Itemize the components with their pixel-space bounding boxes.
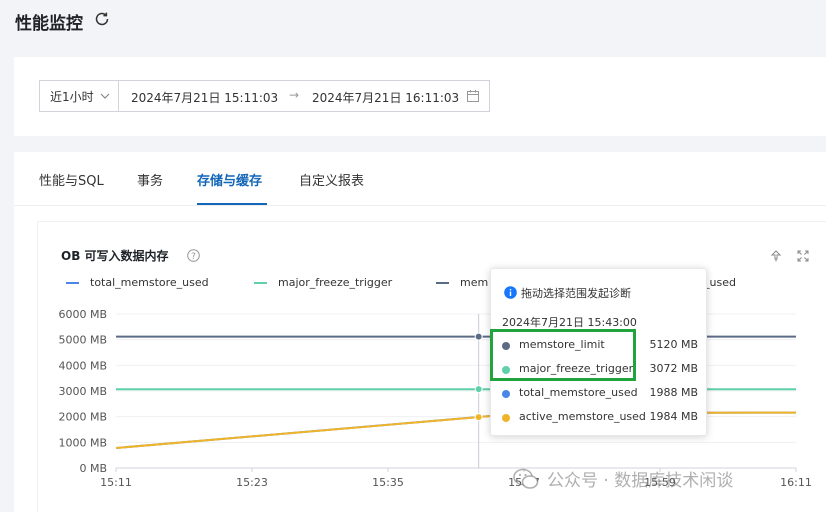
legend-label: mem [460,276,489,289]
refresh-icon[interactable] [93,10,111,28]
series-dot [502,414,510,422]
legend-major-freeze-trigger[interactable]: major_freeze_trigger [254,276,392,289]
tooltip-time: 2024年7月21日 15:43:00 [502,316,637,329]
legend-label: total_memstore_used [90,276,209,289]
chart-title: OB 可写入数据内存 [61,249,169,263]
wechat-icon [513,468,539,489]
highlight-annotation [490,329,636,381]
time-range-label: 近1小时 [50,89,94,104]
arrow-right-icon: → [289,88,300,102]
page-title: 性能监控 [15,14,83,34]
tabs-divider [14,205,826,206]
tooltip-series-name: active_memstore_used [519,410,646,423]
svg-text:?: ? [191,252,196,262]
legend-memstore-limit[interactable]: mem [436,276,488,289]
tab-storage-cache[interactable]: 存储与缓存 [197,170,262,189]
series-dot [502,390,510,398]
time-range-select[interactable]: 近1小时 [39,80,119,112]
fullscreen-icon[interactable] [797,250,809,262]
tooltip-series-value: 3072 MB [649,362,698,375]
legend-swatch [436,281,449,284]
info-icon [504,286,517,299]
chevron-down-icon [100,93,110,99]
tab-custom-report[interactable]: 自定义报表 [299,170,364,189]
help-icon[interactable]: ? [187,249,200,262]
legend-label: major_freeze_trigger [278,276,393,289]
tooltip-series-name: total_memstore_used [519,386,638,399]
tooltip-hint: 拖动选择范围发起诊断 [521,287,631,300]
tooltip-row: active_memstore_used 1984 MB [502,410,698,426]
calendar-icon[interactable] [466,89,480,103]
date-end[interactable]: 2024年7月21日 16:11:03 [312,89,459,106]
tooltip-series-value: 5120 MB [649,338,698,351]
tooltip-series-value: 1984 MB [649,410,698,423]
watermark-text: 公众号 · 数据库技术闲谈 [547,471,734,491]
legend-swatch [66,281,79,284]
tooltip-series-value: 1988 MB [649,386,698,399]
tab-transactions[interactable]: 事务 [137,170,163,189]
tab-performance-sql[interactable]: 性能与SQL [39,170,104,189]
pin-icon[interactable] [770,250,782,262]
legend-total-memstore-used[interactable]: total_memstore_used [66,276,209,289]
watermark: 公众号 · 数据库技术闲谈 [513,466,733,491]
active-tab-indicator [197,203,267,205]
date-range-picker[interactable]: 2024年7月21日 15:11:03 → 2024年7月21日 16:11:0… [118,80,490,112]
date-start[interactable]: 2024年7月21日 15:11:03 [131,89,278,106]
legend-swatch [254,281,267,284]
tooltip-row: total_memstore_used 1988 MB [502,386,698,402]
